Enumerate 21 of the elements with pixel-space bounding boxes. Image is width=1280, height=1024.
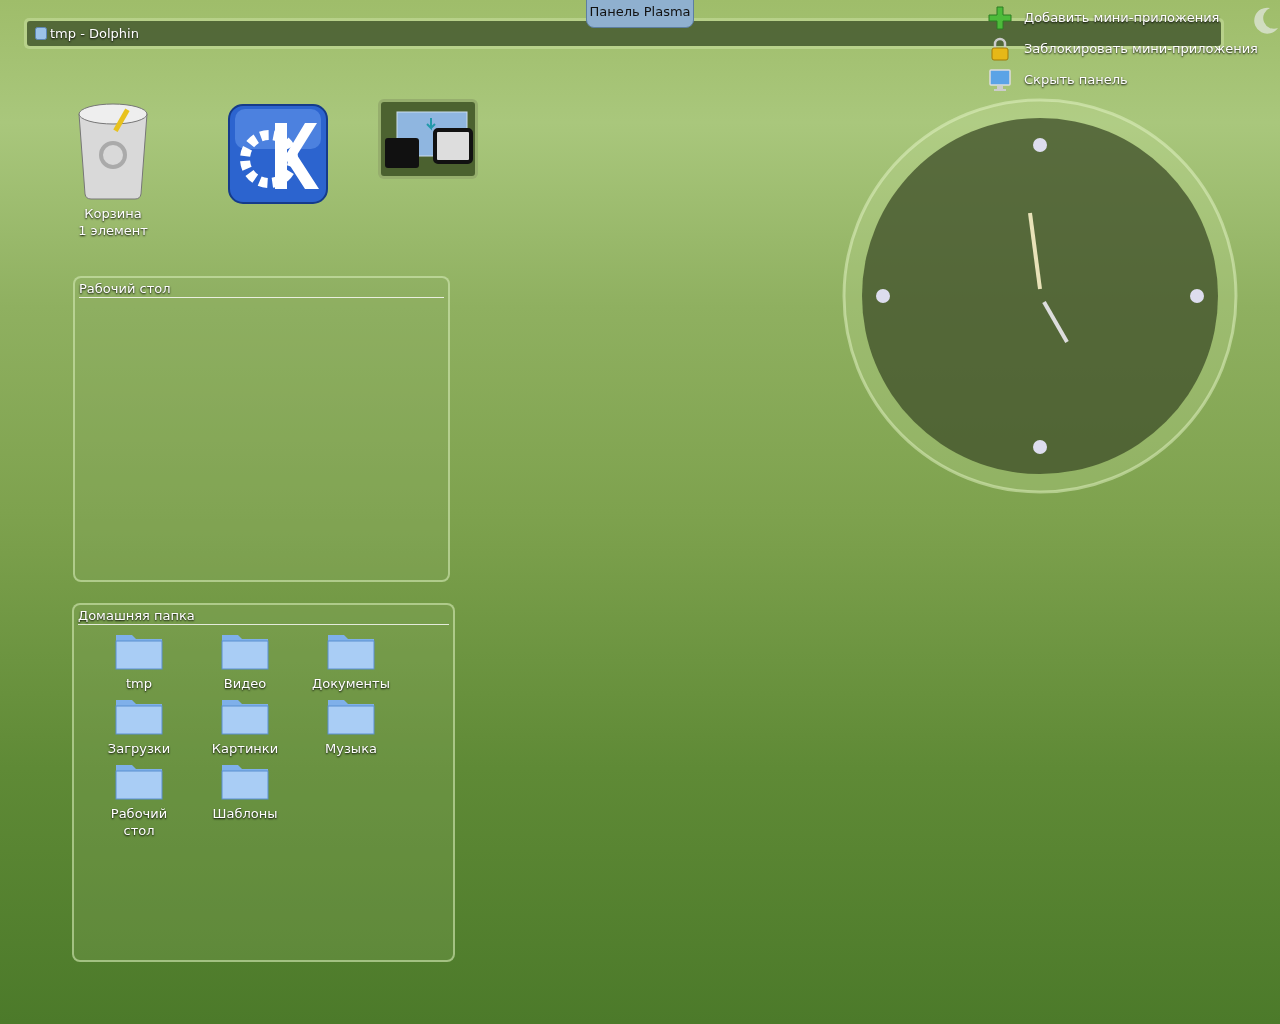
item-count: 1 элемент (78, 222, 148, 239)
folder-label[interactable]: Загрузки (94, 740, 184, 757)
panel-tab[interactable]: Панель Plasma (586, 0, 694, 28)
widget-title: Домашняя папка (78, 608, 449, 625)
icon-label[interactable]: Корзина (84, 205, 142, 222)
folder-label[interactable]: Шаблоны (200, 805, 290, 822)
storage-devices-icon[interactable] (378, 99, 478, 179)
task-button[interactable]: tmp - Dolphin (50, 23, 139, 44)
padlock-icon (988, 37, 1012, 61)
folder-label[interactable]: Музыка (306, 740, 396, 757)
folder-label[interactable]: Документы (306, 675, 396, 692)
monitor-icon (988, 68, 1012, 92)
folder-label[interactable]: Картинки (200, 740, 290, 757)
toolbox-menu-item[interactable]: Скрыть панель (1024, 70, 1128, 90)
folder-label[interactable]: tmp (94, 675, 184, 692)
plus-icon (988, 6, 1012, 30)
drive-icon (35, 27, 47, 40)
folder-label[interactable]: Рабочий стол (94, 805, 184, 839)
widget-title: Рабочий стол (79, 281, 444, 298)
toolbox-menu-item[interactable]: Заблокировать мини-приложения (1024, 39, 1258, 59)
folder-label[interactable]: Видео (200, 675, 290, 692)
